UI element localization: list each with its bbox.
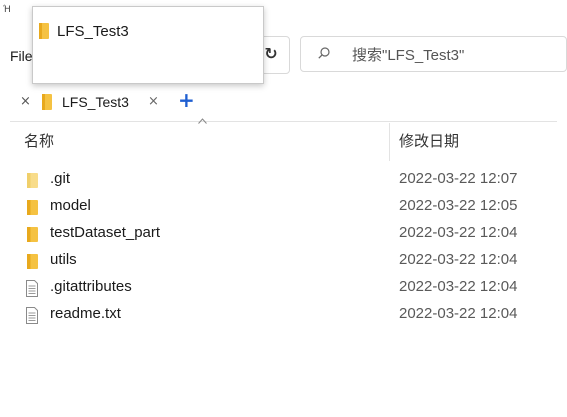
item-date: 2022-03-22 12:04 [399,224,518,241]
list-item[interactable]: readme.txt 2022-03-22 12:04 [0,302,567,329]
item-name: testDataset_part [50,224,161,241]
folder-icon [27,200,38,215]
file-icon [26,307,38,324]
close-icon[interactable]: × [20,94,31,109]
item-name: readme.txt [50,305,121,322]
refresh-icon[interactable]: ↻ [262,44,280,64]
item-date: 2022-03-22 12:04 [399,305,518,322]
file-menu[interactable]: File [10,48,33,64]
dropdown-item-lfs-test3[interactable]: LFS_Test3 [39,21,129,41]
file-list: .git 2022-03-22 12:07 model 2022-03-22 1… [0,167,567,329]
address-dropdown: LFS_Test3 [32,6,264,84]
folder-icon [39,23,49,39]
dropdown-item-label: LFS_Test3 [57,22,129,40]
search-icon [318,47,330,59]
sort-caret-icon [198,118,207,124]
folder-icon [27,227,38,242]
tab-lfs-test3[interactable]: LFS_Test3 [42,91,129,113]
item-name: model [50,197,91,214]
list-item[interactable]: .git 2022-03-22 12:07 [0,167,567,194]
item-date: 2022-03-22 12:04 [399,251,518,268]
item-date: 2022-03-22 12:07 [399,170,518,187]
list-item[interactable]: utils 2022-03-22 12:04 [0,248,567,275]
new-tab-button[interactable]: + [178,88,195,112]
tab-label: LFS_Test3 [62,94,129,110]
folder-icon [27,173,38,188]
list-item[interactable]: testDataset_part 2022-03-22 12:04 [0,221,567,248]
column-separator[interactable] [389,123,390,161]
item-name: utils [50,251,77,268]
item-name: .git [50,170,71,187]
list-item[interactable]: .gitattributes 2022-03-22 12:04 [0,275,567,302]
list-item[interactable]: model 2022-03-22 12:05 [0,194,567,221]
item-date: 2022-03-22 12:04 [399,278,518,295]
column-header-name[interactable]: 名称 [24,130,54,151]
item-name: .gitattributes [50,278,132,295]
folder-icon [27,254,38,269]
title-glyph: Ή [3,5,11,15]
search-placeholder: 搜索"LFS_Test3" [352,47,465,64]
divider [10,121,557,122]
tab-close-icon[interactable]: × [148,94,159,109]
column-header-date[interactable]: 修改日期 [399,130,459,151]
file-icon [26,280,38,297]
folder-icon [42,94,52,110]
item-date: 2022-03-22 12:05 [399,197,518,214]
